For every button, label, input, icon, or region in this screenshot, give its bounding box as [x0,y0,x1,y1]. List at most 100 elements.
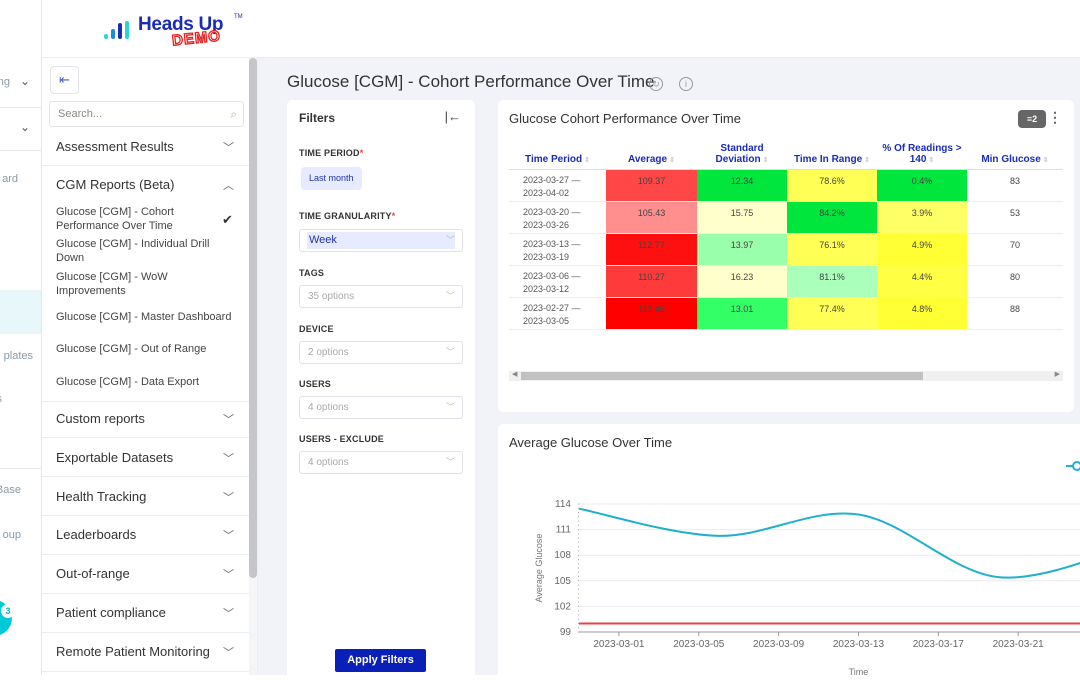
glucose-chart-card: Average Glucose Over Time 99 102 105 108 111… [498,424,1080,684]
cell-average: 110.27 [606,265,697,298]
cell-std-dev: 16.23 [697,265,787,298]
sort-icon: ⇕ [928,156,935,164]
y-tick-label: 99 [560,627,572,638]
sidebar-section-health-tracking[interactable]: Health Tracking ﹀ [42,477,250,516]
sidebar-section-out-of-range[interactable]: Out-of-range ﹀ [42,555,250,594]
tags-label: TAGS [299,268,325,278]
time-period-label: TIME PERIOD* [299,148,364,158]
scrollbar-thumb[interactable] [521,372,923,380]
main-content: Glucose [CGM] - Cohort Performance Over … [258,58,1080,690]
column-header-min-glucose[interactable]: Min Glucose ⇕ [967,132,1063,170]
cell-std-dev: 13.97 [697,233,787,266]
cell-over-140: 0.4% [877,169,967,202]
time-period-chip[interactable]: Last month [301,167,362,190]
chevron-down-icon: ⌄ [19,120,30,134]
more-options-icon[interactable]: ⋮ [1048,109,1062,126]
cell-average: 113.45 [606,297,697,330]
sidebar-scrollbar[interactable] [249,58,257,675]
x-tick-label: 2023-03-13 [833,639,885,650]
chevron-down-icon: ﹀ [223,647,234,659]
outer-navigation: ng⌄ ⌄ ard plates s Base oup 3 [0,0,42,675]
column-header-time-in-range[interactable]: Time In Range ⇕ [787,132,877,170]
cell-time-period: 2023-03-27 —2023-04-02 [509,169,606,202]
scroll-left-icon[interactable]: ◀ [512,370,517,378]
sort-icon: ⇕ [864,156,871,164]
x-tick-label: 2023-03-17 [913,639,965,650]
cell-min-glucose: 80 [967,265,1063,298]
y-tick-label: 114 [555,499,571,510]
time-granularity-select[interactable]: Week ﹀ [299,229,463,252]
sidebar-item-cohort-performance[interactable]: Glucose [CGM] - Cohort Performance Over … [56,205,216,233]
sidebar-item-data-export[interactable]: Glucose [CGM] - Data Export [56,375,246,389]
sidebar-section-leaderboards[interactable]: Leaderboards ﹀ [42,516,250,555]
sidebar-section-custom-reports[interactable]: Custom reports ﹀ [42,399,250,438]
scrollbar-thumb[interactable] [249,58,257,578]
device-select[interactable]: 2 options ﹀ [299,341,463,364]
sidebar-item-wow-improvements[interactable]: Glucose [CGM] - WoW Improvements [56,270,216,298]
column-header-average[interactable]: Average ⇕ [606,132,697,170]
sidebar-item-individual-drill-down[interactable]: Glucose [CGM] - Individual Drill Down [56,237,216,265]
scroll-right-icon[interactable]: ▶ [1055,370,1060,378]
refresh-icon[interactable]: ↻ [649,77,663,91]
cell-time-period: 2023-03-06 —2023-03-12 [509,265,606,298]
collapse-sidebar-button[interactable]: ⇤ [50,66,79,94]
x-tick-label: 2023-03-05 [673,639,725,650]
chevron-up-icon[interactable]: ︿ [223,177,234,193]
x-tick-label: 2023-03-01 [593,639,645,650]
device-label: DEVICE [299,324,334,334]
users-exclude-select[interactable]: 4 options ﹀ [299,451,463,474]
divider [0,468,41,469]
cell-min-glucose: 83 [967,169,1063,202]
reports-sidebar: ⇤ Search... ⌕ Assessment Results ﹀ CGM R… [42,58,258,675]
sidebar-section-cgm-reports: CGM Reports (Beta) ︿ Glucose [CGM] - Coh… [42,166,250,402]
table-row: 2023-03-27 —2023-04-02 109.37 12.34 78.6% 0.… [509,169,1063,202]
table-horizontal-scrollbar[interactable]: ◀ ▶ [509,371,1063,381]
column-header-over-140[interactable]: % Of Readings > 140 ⇕ [877,132,967,170]
logo-trademark: TM [234,14,243,20]
card-title: Glucose Cohort Performance Over Time [509,111,741,126]
glucose-line-chart: 99 102 105 108 111 114 2023-03-01 2023-03-05 202… [534,499,1080,677]
cell-time-period: 2023-03-20 —2023-03-26 [509,201,606,234]
notification-badge: 3 [1,604,15,618]
tags-select[interactable]: 35 options ﹀ [299,285,463,308]
collapse-filters-icon[interactable]: |← [445,109,461,124]
demo-tag: DEMO [171,27,223,50]
sort-icon: ⇕ [669,156,675,164]
cohort-table-card: Glucose Cohort Performance Over Time ≡2 … [498,100,1074,412]
y-axis-label: Average Glucose [534,534,544,603]
series-line-average-glucose [578,507,1080,579]
column-header-time-period[interactable]: Time Period ⇕ [509,132,606,170]
chevron-down-icon: ⌄ [19,74,30,88]
cell-time-in-range: 76.1% [787,233,877,266]
sidebar-section-remote-patient-monitoring[interactable]: Remote Patient Monitoring ﹀ [42,633,250,672]
info-icon[interactable]: i [679,77,693,91]
cell-over-140: 4.8% [877,297,967,330]
section-header[interactable]: CGM Reports (Beta) [56,177,174,192]
sidebar-search-input[interactable]: Search... ⌕ [49,101,244,127]
chevron-down-icon: ﹀ [445,347,455,357]
cell-min-glucose: 88 [967,297,1063,330]
y-tick-label: 108 [554,550,571,561]
cell-time-in-range: 78.6% [787,169,877,202]
sidebar-section-exportable-datasets[interactable]: Exportable Datasets ﹀ [42,438,250,477]
filters-panel: Filters |← TIME PERIOD* Last month TIME … [287,100,475,690]
apply-filters-button[interactable]: Apply Filters [335,649,426,672]
cell-time-period: 2023-02-27 —2023-03-05 [509,297,606,330]
chevron-down-icon: ﹀ [445,291,455,301]
sidebar-item-master-dashboard[interactable]: Glucose [CGM] - Master Dashboard [56,310,246,324]
sidebar-section-patient-compliance[interactable]: Patient compliance ﹀ [42,594,250,633]
outer-nav-active-item[interactable] [0,290,41,334]
cell-time-period: 2023-03-13 —2023-03-19 [509,233,606,266]
cell-time-in-range: 84.2% [787,201,877,234]
active-filters-button[interactable]: ≡2 [1018,110,1046,128]
sidebar-item-out-of-range[interactable]: Glucose [CGM] - Out of Range [56,342,246,356]
chevron-down-icon: ﹀ [445,402,455,412]
column-header-std-dev[interactable]: Standard Deviation ⇕ [697,132,787,170]
y-tick-label: 111 [556,525,572,536]
sort-icon: ⇕ [1042,156,1049,164]
heads-up-logo[interactable]: Heads Up TM DEMO [102,10,243,50]
users-select[interactable]: 4 options ﹀ [299,396,463,419]
sidebar-section-assessment-results[interactable]: Assessment Results ﹀ [42,128,250,166]
x-axis-label: Time [849,667,869,677]
chevron-down-icon: ﹀ [223,608,234,620]
